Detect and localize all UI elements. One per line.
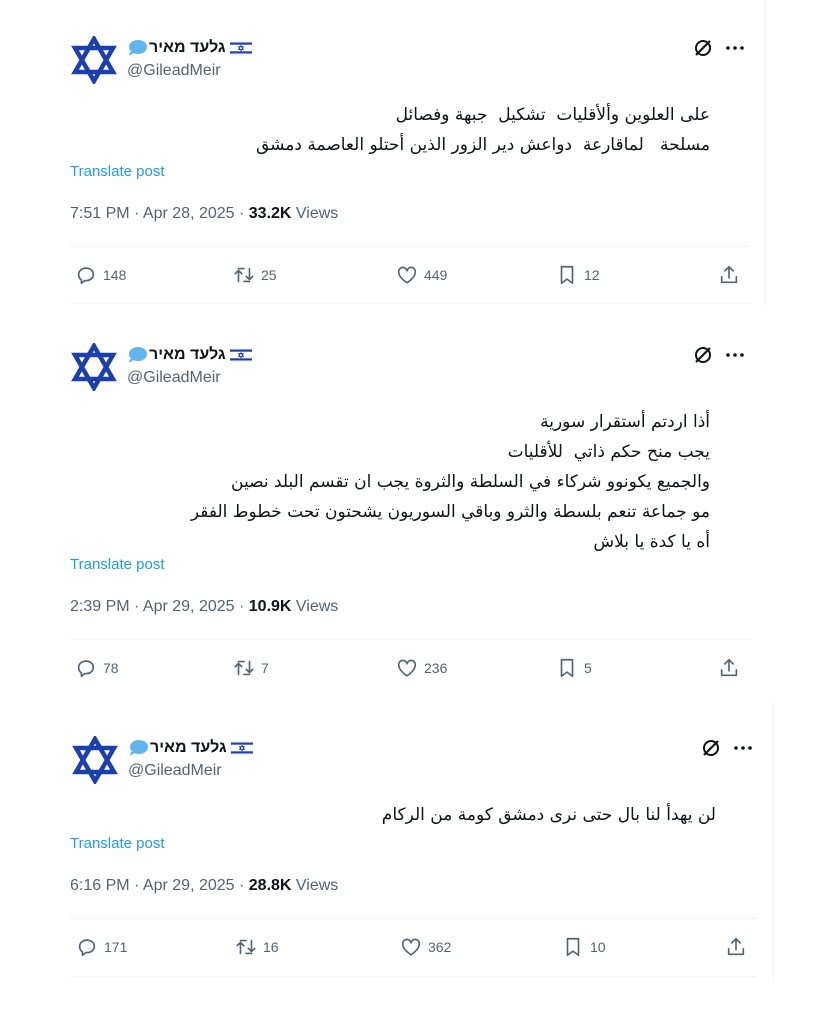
views-label: Views	[291, 598, 339, 615]
translate-post-link[interactable]: Translate post	[70, 835, 165, 852]
repost-button[interactable]: 16	[235, 933, 279, 961]
translate-post-link[interactable]: Translate post	[70, 556, 165, 573]
display-name-text: גלעד מאיר	[149, 39, 226, 56]
display-name[interactable]: גלעד מאיר	[127, 345, 252, 365]
views-label: Views	[291, 205, 339, 222]
reply-button[interactable]: 148	[75, 261, 126, 289]
post-text: أذا اردتم أستقرار سورية يجب منح حكم ذاتي…	[190, 412, 710, 552]
like-icon	[401, 938, 421, 956]
post-text: على العلوين وألأقليات تشكيل جبهة وفصائل …	[255, 105, 710, 155]
divider	[70, 246, 750, 247]
display-name[interactable]: גלעד מאיר	[127, 38, 252, 58]
like-button[interactable]: 362	[400, 933, 451, 961]
israel-flag-icon	[230, 740, 253, 756]
divider	[70, 918, 756, 919]
grok-icon[interactable]	[693, 345, 713, 365]
bookmark-count: 12	[584, 267, 600, 283]
views-label: Views	[291, 877, 339, 894]
handle[interactable]: @GileadMeir	[127, 369, 221, 387]
post-meta[interactable]: 2:39 PM · Apr 29, 2025 · 10.9K Views	[70, 598, 338, 616]
speech-bubble-icon	[127, 346, 147, 364]
share-icon	[720, 265, 738, 284]
like-count: 362	[428, 939, 452, 955]
post-timestamp: 6:16 PM · Apr 29, 2025 ·	[70, 877, 249, 894]
speech-bubble-icon	[128, 739, 148, 757]
more-icon[interactable]	[733, 738, 753, 758]
israel-flag-icon	[229, 347, 252, 363]
reply-icon	[78, 939, 96, 957]
repost-button[interactable]: 7	[233, 654, 269, 682]
reply-icon	[77, 267, 95, 285]
reply-icon	[77, 660, 95, 678]
star-of-david-icon	[71, 343, 117, 391]
divider	[70, 639, 750, 640]
reply-button[interactable]: 171	[76, 933, 127, 961]
repost-icon	[234, 267, 254, 283]
israel-flag-icon	[229, 40, 252, 56]
star-of-david-icon	[71, 36, 117, 84]
bookmark-icon	[560, 658, 574, 678]
divider	[70, 303, 750, 304]
post-text: لن يهدأ لنا بال حتى نرى دمشق كومة من الر…	[381, 805, 716, 825]
reply-count: 78	[103, 660, 119, 676]
translate-post-link[interactable]: Translate post	[70, 163, 165, 180]
like-button[interactable]: 449	[396, 261, 447, 289]
bookmark-icon	[566, 937, 580, 957]
avatar[interactable]	[70, 343, 118, 391]
divider	[70, 976, 756, 977]
repost-count: 7	[261, 660, 269, 676]
post-meta[interactable]: 7:51 PM · Apr 28, 2025 · 33.2K Views	[70, 205, 338, 223]
speech-bubble-icon	[127, 39, 147, 57]
repost-icon	[236, 939, 256, 955]
post-2[interactable]: גלעד מאיר @GileadMeir أذا اردتم أستقرار …	[0, 307, 780, 700]
share-icon	[727, 937, 745, 956]
bookmark-button[interactable]: 10	[562, 933, 606, 961]
bookmark-button[interactable]: 12	[556, 261, 600, 289]
post-3[interactable]: גלעד מאיר @GileadMeir لن يهدأ لنا بال حت…	[0, 700, 780, 980]
repost-count: 25	[261, 267, 277, 283]
reply-count: 171	[104, 939, 128, 955]
display-name-text: גלעד מאיר	[149, 346, 226, 363]
views-count: 33.2K	[248, 205, 292, 222]
share-icon	[720, 658, 738, 677]
like-icon	[397, 659, 417, 677]
handle[interactable]: @GileadMeir	[127, 62, 221, 80]
grok-icon[interactable]	[693, 38, 713, 58]
more-icon[interactable]	[725, 38, 745, 58]
display-name-text: גלעד מאיר	[150, 739, 227, 756]
post-timestamp: 2:39 PM · Apr 29, 2025 ·	[70, 598, 249, 615]
views-count: 10.9K	[248, 598, 292, 615]
post-meta[interactable]: 6:16 PM · Apr 29, 2025 · 28.8K Views	[70, 877, 338, 895]
like-icon	[397, 266, 417, 284]
avatar[interactable]	[71, 736, 119, 784]
share-button[interactable]	[718, 654, 740, 682]
grok-icon[interactable]	[701, 738, 721, 758]
handle[interactable]: @GileadMeir	[128, 762, 222, 780]
like-count: 449	[424, 267, 448, 283]
share-button[interactable]	[718, 261, 740, 289]
post-1[interactable]: גלעד מאיר @GileadMeir على العلوين وألأقل…	[0, 0, 780, 306]
more-icon[interactable]	[725, 345, 745, 365]
views-count: 28.8K	[248, 877, 292, 894]
repost-button[interactable]: 25	[233, 261, 277, 289]
star-of-david-icon	[72, 736, 118, 784]
bookmark-count: 10	[590, 939, 606, 955]
reply-button[interactable]: 78	[75, 654, 119, 682]
bookmark-button[interactable]: 5	[556, 654, 592, 682]
display-name[interactable]: גלעד מאיר	[128, 738, 253, 758]
bookmark-count: 5	[584, 660, 592, 676]
like-button[interactable]: 236	[396, 654, 447, 682]
share-button[interactable]	[725, 933, 747, 961]
post-timestamp: 7:51 PM · Apr 28, 2025 ·	[70, 205, 249, 222]
bookmark-icon	[560, 265, 574, 285]
reply-count: 148	[103, 267, 127, 283]
like-count: 236	[424, 660, 448, 676]
repost-count: 16	[263, 939, 279, 955]
repost-icon	[234, 660, 254, 676]
avatar[interactable]	[70, 36, 118, 84]
